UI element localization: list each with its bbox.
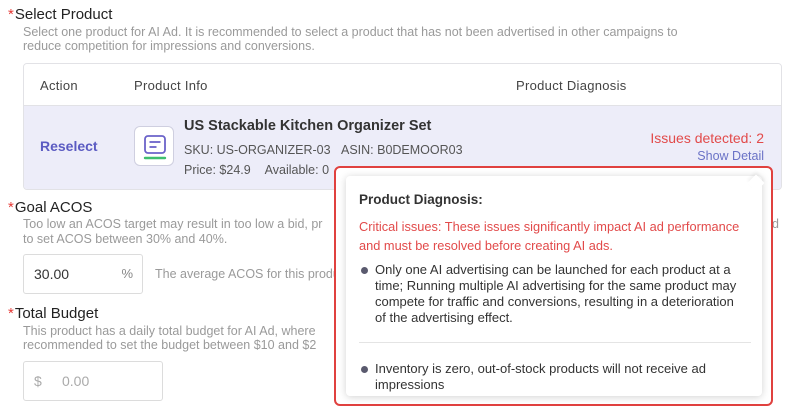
header-action: Action [40, 78, 78, 93]
select-product-desc-2: reduce competition for impressions and c… [23, 39, 315, 53]
product-codes: SKU: US-ORGANIZER-03 ASIN: B0DEMOOR03 [184, 143, 463, 157]
header-product-diagnosis: Product Diagnosis [516, 78, 627, 93]
required-mark: * [8, 305, 14, 322]
divider [359, 342, 751, 343]
product-asin: ASIN: B0DEMOOR03 [340, 143, 463, 157]
product-name: US Stackable Kitchen Organizer Set [184, 118, 432, 134]
required-mark: * [8, 199, 14, 216]
select-product-desc-1: Select one product for AI Ad. It is reco… [23, 25, 678, 39]
total-budget-title-text: Total Budget [14, 305, 99, 322]
bullet-icon [361, 267, 368, 274]
acos-unit: % [121, 266, 133, 281]
budget-placeholder: 0.00 [62, 373, 90, 389]
product-sku: SKU: US-ORGANIZER-03 [184, 143, 331, 157]
popover-arrow [747, 174, 765, 192]
product-table-header: Action Product Info Product Diagnosis [24, 64, 781, 106]
goal-acos-desc-1: Too low an ACOS target may result in too… [23, 217, 323, 231]
diagnosis-popover: Product Diagnosis: Critical issues: Thes… [346, 174, 765, 396]
total-budget-title: *Total Budget [8, 305, 98, 322]
goal-acos-title-text: Goal ACOS [14, 199, 93, 216]
required-mark: * [8, 6, 14, 23]
goal-acos-desc-2: to set ACOS between 30% and 40%. [23, 232, 228, 246]
acos-input-value: 30.00 [34, 266, 70, 282]
select-product-title-text: Select Product [14, 6, 113, 23]
diagnosis-title: Product Diagnosis: [359, 192, 483, 207]
header-product-info: Product Info [134, 78, 208, 93]
issues-detected: Issues detected: 2 [650, 130, 764, 146]
diagnosis-popover-highlight: Product Diagnosis: Critical issues: Thes… [334, 166, 773, 406]
product-document-icon [134, 126, 174, 166]
goal-acos-title: *Goal ACOS [8, 199, 92, 216]
acos-hint: The average ACOS for this produ [155, 267, 340, 281]
product-stock-price: Price: $24.9 Available: 0 [184, 163, 329, 177]
critical-issues-text: Critical issues: These issues significan… [359, 219, 740, 253]
budget-input[interactable]: $ 0.00 [23, 361, 163, 401]
bullet-icon [361, 366, 368, 373]
select-product-title: *Select Product [8, 6, 112, 23]
diagnosis-item-text: Only one AI advertising can be launched … [375, 262, 737, 325]
total-budget-desc-2: recommended to set the budget between $1… [23, 338, 317, 352]
product-available: Available: 0 [264, 163, 330, 177]
diagnosis-item-text: Inventory is zero, out-of-stock products… [375, 361, 706, 392]
product-price: Price: $24.9 [184, 163, 251, 177]
currency-symbol: $ [34, 373, 42, 389]
acos-input[interactable]: 30.00 % [23, 254, 143, 294]
reselect-link[interactable]: Reselect [40, 138, 98, 154]
total-budget-desc-1: This product has a daily total budget fo… [23, 324, 316, 338]
show-detail-link[interactable]: Show Detail [697, 149, 764, 163]
